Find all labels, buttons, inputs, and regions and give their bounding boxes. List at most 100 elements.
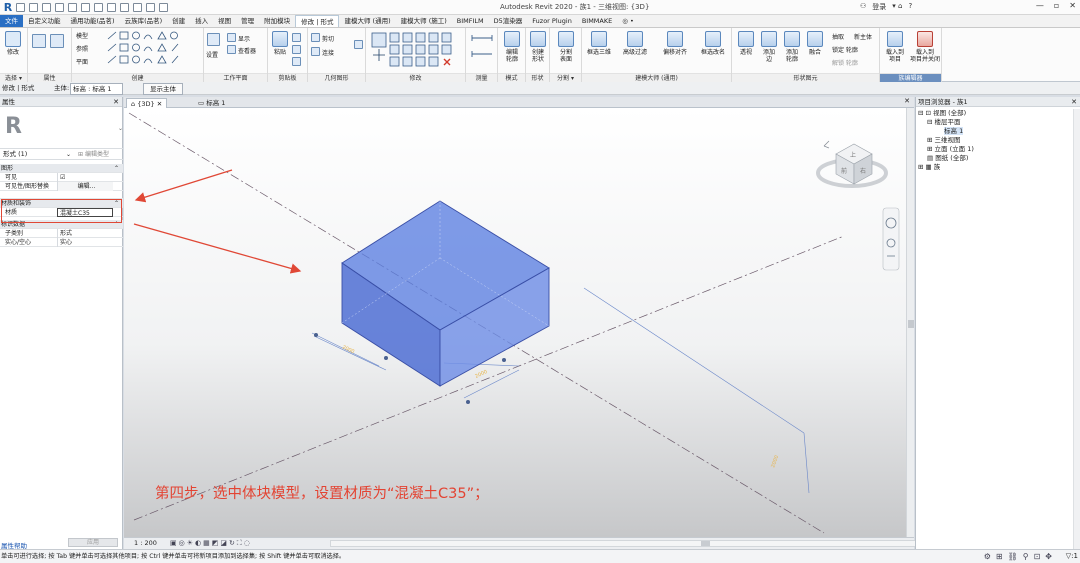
- maximize-icon[interactable]: ▫: [1054, 1, 1059, 10]
- load-and-close-button[interactable]: 载入到 项目并关闭: [910, 31, 940, 67]
- ribbon-tab[interactable]: 建模大师 (通用): [339, 15, 395, 27]
- quick-access-icon[interactable]: [81, 3, 90, 12]
- lock-profile-button[interactable]: 锁定 轮廓: [832, 45, 858, 54]
- view-control-icons[interactable]: ▣◎☀◐▦◩◪↻⛶◌: [170, 538, 252, 549]
- cut-icon[interactable]: [292, 45, 301, 54]
- user-icon[interactable]: ⚇: [860, 2, 866, 12]
- draw-model-line[interactable]: 模型: [76, 31, 88, 40]
- quick-access-icon[interactable]: [55, 3, 64, 12]
- copy-icon[interactable]: [292, 33, 301, 42]
- modify-tools-icon[interactable]: [370, 31, 462, 69]
- draw-tools-icon[interactable]: [106, 31, 196, 69]
- minimize-icon[interactable]: —: [1036, 1, 1044, 10]
- select-pinned-icon[interactable]: ⚲: [1023, 550, 1029, 563]
- ribbon-tab[interactable]: 文件: [0, 15, 23, 27]
- load-into-project-button[interactable]: 载入到 项目: [882, 31, 908, 67]
- quick-access-icon[interactable]: [159, 3, 168, 12]
- set-workplane-icon[interactable]: [207, 33, 220, 46]
- cart-icon[interactable]: ▾ ⌂: [892, 2, 902, 12]
- tree-node-3d-views[interactable]: ⊞ 三维视图: [918, 136, 974, 145]
- paint-icon[interactable]: [354, 40, 363, 49]
- type-selector[interactable]: 形式 (1): [3, 149, 27, 160]
- material-field[interactable]: 混凝土C35: [57, 208, 113, 217]
- edit-visibility-button[interactable]: 编辑...: [57, 182, 113, 191]
- ribbon-tab[interactable]: 插入: [190, 15, 213, 27]
- paste-button[interactable]: 粘贴: [270, 31, 290, 67]
- tree-node-floor-plans[interactable]: ⊟ 楼层平面: [918, 118, 974, 127]
- extract-button[interactable]: 抽取: [832, 32, 844, 41]
- vertical-scrollbar[interactable]: [906, 108, 914, 537]
- block-model[interactable]: [341, 200, 550, 387]
- host-select[interactable]: 标高 : 标高 1: [70, 83, 123, 95]
- show-button[interactable]: 显示: [238, 34, 250, 43]
- add-profile-button[interactable]: 添加 轮廓: [782, 31, 802, 67]
- advanced-filter-button[interactable]: 高级过滤: [620, 31, 650, 67]
- ribbon-tab[interactable]: 创建: [167, 15, 190, 27]
- tree-node-elevations[interactable]: ⊞ 立面 (立面 1): [918, 145, 974, 154]
- view-scale[interactable]: 1 : 200: [134, 538, 157, 549]
- properties-icon[interactable]: [32, 34, 46, 48]
- revit-logo[interactable]: R: [2, 1, 14, 14]
- browser-scrollbar[interactable]: [1073, 109, 1080, 549]
- show-host-button[interactable]: 显示主体: [143, 83, 183, 95]
- close-icon[interactable]: ✕: [113, 97, 119, 107]
- draw-ref-plane[interactable]: 平面: [76, 57, 88, 66]
- ribbon-tab[interactable]: D5渲染器: [489, 15, 528, 27]
- drag-elements-icon[interactable]: ✥: [1045, 550, 1052, 563]
- ribbon-tab[interactable]: ◎ •: [617, 15, 639, 27]
- cut-geometry-button[interactable]: 剪切: [322, 34, 334, 43]
- box-3d-button[interactable]: 框选三维: [584, 31, 614, 67]
- quick-access-icon[interactable]: [133, 3, 142, 12]
- visible-checkbox[interactable]: ☑: [57, 173, 113, 182]
- viewcube[interactable]: 上 前 右: [816, 140, 888, 188]
- navigation-bar[interactable]: [882, 207, 900, 271]
- tree-node-views[interactable]: ⊟ ⊡ 视图 (全部): [918, 109, 974, 118]
- group-header-identity[interactable]: 标识数据 ⌃: [0, 220, 123, 229]
- collapse-icon[interactable]: ⌃: [114, 199, 119, 208]
- modify-button[interactable]: 修改: [3, 31, 23, 67]
- help-icon[interactable]: ?: [908, 2, 912, 12]
- worksets-icon[interactable]: ⚙: [984, 550, 991, 563]
- select-face-icon[interactable]: ⊡: [1034, 550, 1041, 563]
- subcategory-field[interactable]: 形式: [57, 229, 113, 238]
- quick-access-icon[interactable]: [68, 3, 77, 12]
- tab-level-1[interactable]: ▭ 标高 1: [194, 98, 229, 108]
- ribbon-tab[interactable]: 视图: [213, 15, 236, 27]
- dissolve-button[interactable]: 融合: [805, 31, 825, 67]
- add-edge-button[interactable]: 添加 边: [759, 31, 779, 67]
- draw-ref-line[interactable]: 参照: [76, 44, 88, 53]
- quick-access-icon[interactable]: [107, 3, 116, 12]
- drawing-area[interactable]: 2000 2000 2000 上 前 右 第四步，选中体块模型，设置材质为“混凝…: [124, 108, 906, 537]
- quick-access-icon[interactable]: [29, 3, 38, 12]
- perspective-button[interactable]: 透视: [736, 31, 756, 67]
- ribbon-tab[interactable]: 通用功能(品茗): [66, 15, 120, 27]
- chevron-down-icon[interactable]: ⌄: [66, 149, 71, 160]
- measure-icon[interactable]: [470, 32, 494, 66]
- box-rename-button[interactable]: 框选改名: [698, 31, 728, 67]
- viewer-button[interactable]: 查看器: [238, 46, 256, 55]
- tab-3d-view[interactable]: ⌂ {3D} ✕: [126, 98, 168, 108]
- unlock-profile-button[interactable]: 解锁 轮廓: [832, 58, 858, 67]
- match-type-icon[interactable]: [292, 57, 301, 66]
- tree-node-sheets[interactable]: ▤ 图纸 (全部): [918, 154, 974, 163]
- tree-node-families[interactable]: ⊞ ▦ 族: [918, 163, 974, 172]
- chevron-down-icon[interactable]: ⌄: [118, 125, 123, 132]
- ribbon-tab[interactable]: 建模大师 (施工): [396, 15, 452, 27]
- scroll-thumb[interactable]: [908, 320, 914, 328]
- ribbon-tab[interactable]: 修改 | 形式: [295, 15, 340, 27]
- join-geometry-button[interactable]: 连接: [322, 48, 334, 57]
- close-icon[interactable]: ✕: [157, 100, 162, 108]
- solid-void-field[interactable]: 实心: [57, 238, 113, 247]
- login-link[interactable]: 登录: [872, 2, 886, 12]
- close-icon[interactable]: ✕: [904, 97, 910, 105]
- edit-profile-button[interactable]: 编辑 轮廓: [502, 31, 522, 67]
- quick-access-icon[interactable]: [120, 3, 129, 12]
- select-links-icon[interactable]: ⛓: [1008, 550, 1018, 563]
- close-icon[interactable]: ✕: [1069, 1, 1076, 10]
- group-header-materials[interactable]: 材质和装饰 ⌃: [0, 199, 123, 208]
- quick-access-icon[interactable]: [42, 3, 51, 12]
- filter-icon[interactable]: ▽:1: [1066, 550, 1078, 563]
- ribbon-tab[interactable]: BIMFILM: [452, 15, 489, 27]
- group-header-graphics[interactable]: 图形 ⌃: [0, 164, 123, 173]
- quick-access-icon[interactable]: [94, 3, 103, 12]
